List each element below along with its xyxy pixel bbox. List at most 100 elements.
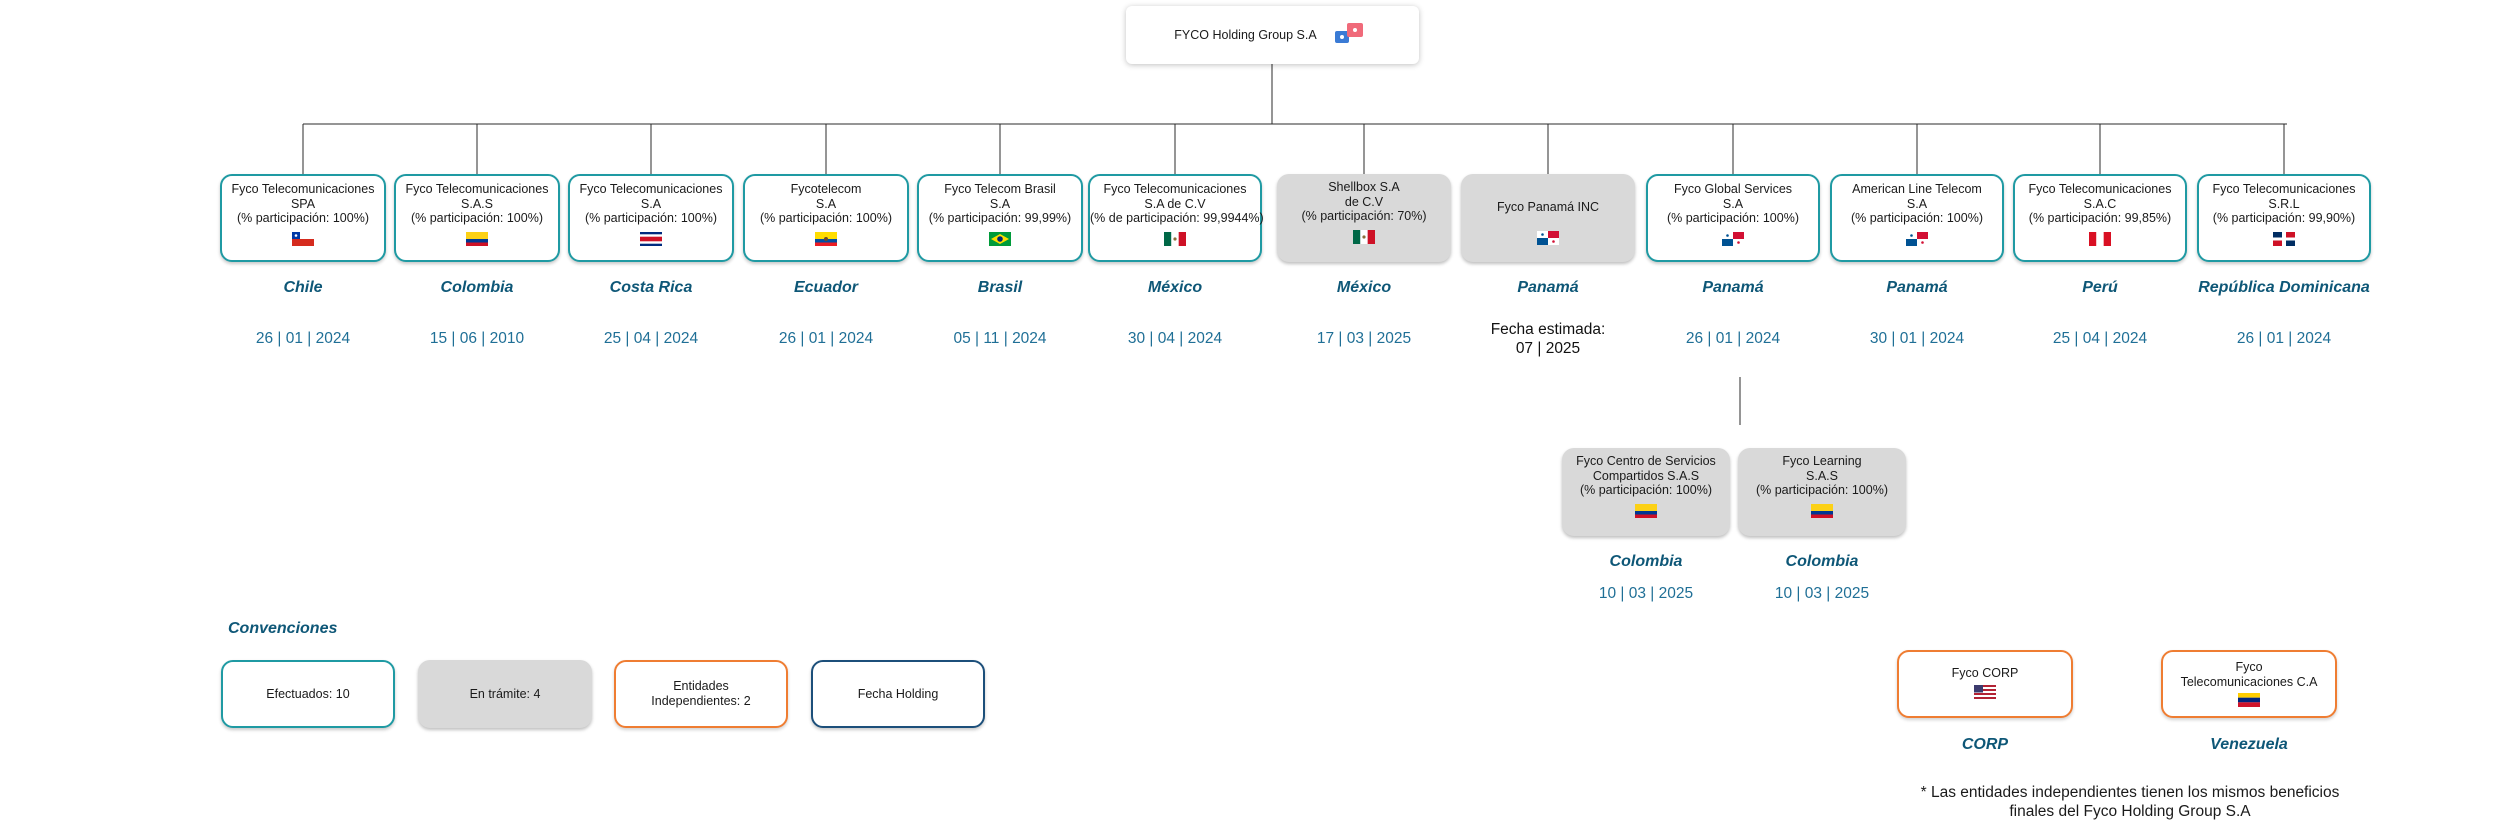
incorporation-date: 26 | 01 | 2024: [255, 330, 351, 347]
country-label: Costa Rica: [609, 279, 693, 296]
entity-box-panama-2: Fyco Global Services S.A (% participación:…: [1646, 174, 1820, 262]
country-label: Panamá: [1517, 279, 1579, 296]
entity-name-line: (% participación: 100%): [759, 211, 892, 225]
incorporation-date: 25 | 04 | 2024: [603, 330, 699, 347]
brazil-flag-icon: [989, 231, 1011, 246]
panama-flag-icon: [1722, 231, 1744, 246]
colombia-flag-icon: [466, 231, 488, 246]
country-label: Venezuela: [2210, 736, 2288, 753]
entity-name-line: (% participación: 99,90%): [2212, 211, 2356, 225]
panama-flag-icon: [1537, 230, 1559, 245]
country-label: Colombia: [440, 279, 514, 296]
entity-name-line: (% participación: 99,99%): [928, 211, 1072, 225]
country-label: Ecuador: [793, 279, 858, 296]
venezuela-flag-icon: [2238, 693, 2260, 707]
entity-box-panama-3: American Line Telecom S.A (% participación…: [1830, 174, 2004, 262]
legend-title: Convenciones: [228, 620, 338, 637]
entity-name-line: (% de participación: 99,9944%): [1090, 211, 1264, 225]
panama-flag-icon: [1334, 22, 1371, 48]
incorporation-date: Fecha estimada: 07 | 2025: [1490, 321, 1606, 357]
entity-name-line: Compartidos S.A.S: [1592, 468, 1700, 483]
incorporation-date: 17 | 03 | 2025: [1316, 330, 1412, 347]
country-label: CORP: [1961, 736, 2009, 753]
country-label: Panamá: [1702, 279, 1764, 296]
panama-flag-icon: [1906, 231, 1928, 246]
entity-name-line: S.A.S: [461, 196, 493, 211]
incorporation-date: 10 | 03 | 2025: [1598, 585, 1694, 602]
entity-name-line: (% participación: 99,85%): [2028, 211, 2172, 225]
entity-name-line: Fyco CORP: [1951, 666, 2019, 680]
country-label: República Dominicana: [2198, 279, 2370, 296]
legend-item-pending: En trámite: 4: [418, 660, 592, 728]
peru-flag-icon: [2089, 231, 2111, 246]
entity-name-line: S.A: [1906, 196, 1928, 211]
independent-box-corp: Fyco CORP: [1897, 650, 2073, 718]
entity-name-line: American Line Telecom: [1852, 182, 1982, 196]
entity-name-line: Fyco Telecom Brasil: [944, 182, 1056, 196]
independent-box-venezuela: Fyco Telecomunicaciones C.A: [2161, 650, 2337, 718]
entity-box-mexico-2: Shellbox S.A de C.V (% participación: 70%): [1277, 174, 1451, 262]
entity-name-line: SPA: [290, 196, 316, 211]
dominican-flag-icon: [2273, 231, 2295, 246]
subsidiary-box-learning: Fyco Learning S.A.S (% participación: 100%…: [1738, 448, 1906, 536]
incorporation-date: 26 | 01 | 2024: [2236, 330, 2332, 347]
entity-name-line: (% participación: 100%): [1579, 483, 1712, 497]
entity-name-line: S.A.S: [1806, 468, 1838, 483]
entity-name-line: (% participación: 100%): [1666, 211, 1799, 225]
entity-name-line: Fyco Telecomunicaciones: [405, 182, 549, 196]
holding-company-box: FYCO Holding Group S.A: [1126, 6, 1419, 64]
entity-name-line: S.A: [989, 196, 1011, 211]
entity-name-line: de C.V: [1344, 194, 1384, 209]
country-label: Colombia: [1609, 553, 1683, 570]
chile-flag-icon: [292, 231, 314, 246]
entity-name-line: Shellbox S.A: [1328, 180, 1400, 194]
legend-item-indep: Entidades Independientes: 2: [614, 660, 788, 728]
entity-name-line: S.R.L: [2268, 196, 2300, 211]
entity-name-line: Fyco: [2235, 660, 2263, 674]
country-label: México: [1336, 279, 1392, 296]
entity-box-ecuador: Fycotelecom S.A (% participación: 100%): [743, 174, 909, 262]
country-label: Panamá: [1886, 279, 1948, 296]
legend-item-holding: Fecha Holding: [811, 660, 985, 728]
entity-name-line: Fyco Learning: [1782, 454, 1862, 468]
entity-name-line: Fyco Global Services: [1673, 182, 1793, 196]
entity-name-line: (% participación: 100%): [236, 211, 369, 225]
mexico-flag-icon: [1353, 229, 1375, 244]
incorporation-date: 30 | 01 | 2024: [1869, 330, 1965, 347]
entity-box-brasil: Fyco Telecom Brasil S.A (% participación: …: [917, 174, 1083, 262]
entity-name-line: Fyco Telecomunicaciones: [231, 182, 375, 196]
entity-name-line: S.A: [1722, 196, 1744, 211]
entity-box-costa-rica: Fyco Telecomunicaciones S.A (% participaci…: [568, 174, 734, 262]
legend-item-done: Efectuados: 10: [221, 660, 395, 728]
entity-name-line: Fyco Telecomunicaciones: [1103, 182, 1247, 196]
entity-name-line: Fyco Telecomunicaciones: [2028, 182, 2172, 196]
entity-name-line: S.A.C: [2083, 196, 2117, 211]
independent-entities-note: * Las entidades independientes tienen lo…: [1920, 784, 2340, 820]
usa-flag-icon: [1974, 684, 1996, 699]
entity-box-chile: Fyco Telecomunicaciones SPA (% participaci…: [220, 174, 386, 262]
entity-name-line: S.A: [640, 196, 662, 211]
entity-box-dominicana: Fyco Telecomunicaciones S.R.L (% participa…: [2197, 174, 2371, 262]
entity-name-line: Fyco Telecomunicaciones: [2212, 182, 2356, 196]
mexico-flag-icon: [1164, 231, 1186, 246]
incorporation-date: 25 | 04 | 2024: [2052, 330, 2148, 347]
holding-company-name: FYCO Holding Group S.A: [1174, 28, 1317, 42]
colombia-flag-icon: [1635, 503, 1657, 518]
entity-name-line: Fyco Panamá INC: [1496, 200, 1600, 214]
entity-name-line: Fyco Telecomunicaciones: [579, 182, 723, 196]
incorporation-date: 26 | 01 | 2024: [778, 330, 874, 347]
entity-box-panama-1: Fyco Panamá INC: [1461, 174, 1635, 262]
ecuador-flag-icon: [815, 231, 837, 246]
country-label: Colombia: [1785, 553, 1859, 570]
country-label: Perú: [2082, 279, 2118, 296]
country-label: Chile: [283, 279, 323, 296]
entity-name-line: (% participación: 100%): [410, 211, 543, 225]
entity-name-line: (% participación: 70%): [1301, 209, 1427, 223]
incorporation-date: 05 | 11 | 2024: [953, 330, 1047, 347]
entity-name-line: (% participación: 100%): [1755, 483, 1888, 497]
entity-box-peru: Fyco Telecomunicaciones S.A.C (% participa…: [2013, 174, 2187, 262]
entity-name-line: Fyco Centro de Servicios: [1576, 454, 1716, 468]
country-label: Brasil: [977, 279, 1023, 296]
costarica-flag-icon: [640, 231, 662, 246]
colombia-flag-icon: [1811, 503, 1833, 518]
